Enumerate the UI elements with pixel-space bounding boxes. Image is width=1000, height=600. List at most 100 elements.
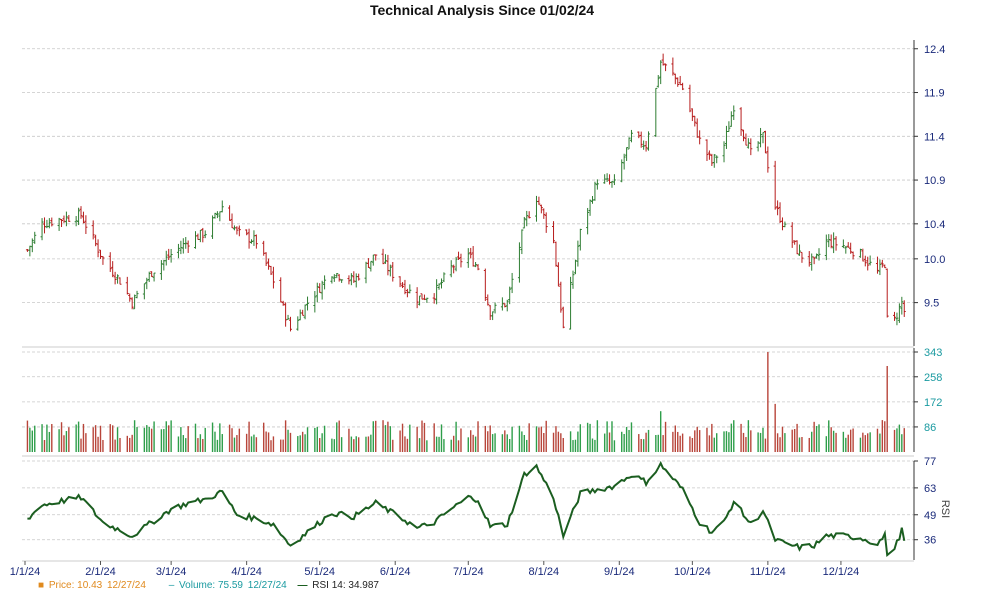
volume-bar <box>862 432 864 452</box>
technical-analysis-chart: Technical Analysis Since 01/02/24 12.4 11… <box>10 2 951 578</box>
x-tick-label: 11/1/24 <box>750 566 786 578</box>
volume-bar <box>94 425 97 452</box>
volume-bar <box>82 423 85 452</box>
volume-bar <box>438 436 440 452</box>
x-tick-label: 7/1/24 <box>453 566 484 578</box>
volume-bar <box>801 437 803 452</box>
rsi-legend-marker: — <box>297 580 308 591</box>
volume-bar <box>733 420 735 452</box>
volume-bar <box>674 425 677 452</box>
volume-bar <box>301 431 304 452</box>
x-tick-label: 9/1/24 <box>604 566 635 578</box>
volume-bar <box>357 437 360 452</box>
volume-bar <box>679 435 681 452</box>
volume-bar <box>491 434 494 452</box>
volume-bar <box>287 429 289 452</box>
volume-bar <box>562 438 564 452</box>
rsi-tick-label: 77 <box>924 456 936 468</box>
volume-bar <box>119 437 121 452</box>
volume-bar <box>852 428 854 452</box>
rsi-tick-label: 63 <box>924 483 936 495</box>
volume-bar <box>489 425 491 452</box>
rsi-axis-label: RSI <box>939 500 951 518</box>
volume-bar <box>238 428 241 452</box>
volume-bar <box>60 422 63 452</box>
volume-bar <box>129 437 131 452</box>
volume-bar <box>728 432 730 452</box>
volume-bar <box>747 420 750 452</box>
volume-bar <box>830 427 832 452</box>
volume-bar <box>470 430 472 452</box>
volume-bar <box>392 439 394 452</box>
volume-bar <box>216 439 219 452</box>
volume-bar <box>596 420 599 452</box>
volume-bar <box>793 428 796 452</box>
x-tick-label: 8/1/24 <box>528 566 559 578</box>
volume-bar <box>433 423 435 452</box>
volume-bar <box>606 421 608 452</box>
volume-bar <box>586 422 589 452</box>
volume-bar <box>177 436 180 452</box>
volume-bar <box>638 434 640 452</box>
volume-bar <box>404 436 406 452</box>
volume-bar <box>34 425 36 452</box>
volume-bar <box>625 426 628 452</box>
volume-bar <box>75 424 77 452</box>
volume-bar <box>740 423 742 452</box>
volume-bar <box>250 436 253 452</box>
volume-bar <box>825 436 828 452</box>
volume-bar <box>306 427 309 452</box>
volume-bar <box>314 427 316 452</box>
volume-bar <box>689 436 691 452</box>
volume-bar <box>418 438 421 452</box>
volume-bar <box>202 438 204 452</box>
volume-bar <box>774 403 776 452</box>
volume-bar <box>504 430 506 452</box>
volume-bar <box>867 433 869 452</box>
volume-bar <box>881 420 884 452</box>
volume-bar <box>133 420 136 452</box>
volume-bar <box>745 437 747 452</box>
volume-bar <box>611 421 613 452</box>
volume-bar <box>375 420 377 452</box>
volume-bar <box>282 439 284 452</box>
volume-bar <box>574 439 577 452</box>
volume-bar <box>58 429 60 452</box>
volume-bar <box>452 435 455 452</box>
volume-bar <box>160 429 163 452</box>
rsi-line <box>27 460 906 558</box>
volume-bar <box>725 431 728 452</box>
x-tick-label: 1/1/24 <box>10 566 41 578</box>
volume-bar <box>506 434 508 452</box>
volume-bar <box>51 424 53 452</box>
volume-bar <box>77 421 80 452</box>
volume-bar <box>791 429 793 452</box>
volume-bar <box>194 423 197 452</box>
volume-bar <box>421 420 423 452</box>
volume-bar <box>102 440 104 452</box>
x-tick-label: 6/1/24 <box>380 566 411 578</box>
volume-bar <box>219 423 221 452</box>
volume-bar <box>297 436 299 452</box>
volume-bar <box>233 437 236 452</box>
volume-bar <box>730 423 733 452</box>
volume-bar <box>487 431 489 452</box>
rsi-tick-label: 49 <box>924 510 936 522</box>
volume-bar <box>146 425 148 452</box>
volume-bar <box>331 438 333 452</box>
volume-bar <box>694 430 696 452</box>
volume-bar <box>245 433 248 452</box>
volume-bar <box>43 440 46 452</box>
rsi-tick-label: 36 <box>924 535 936 547</box>
volume-bar <box>893 429 896 452</box>
volume-tick-label: 86 <box>924 422 936 434</box>
price-tick-label: 9.5 <box>924 298 939 310</box>
volume-bar <box>557 431 560 452</box>
volume-bar <box>484 425 487 452</box>
volume-bar <box>323 425 326 452</box>
volume-bar <box>511 426 513 452</box>
volume-bar <box>467 437 469 452</box>
volume-bar <box>455 421 457 452</box>
volume-bar <box>876 428 879 452</box>
volume-bar <box>677 431 679 452</box>
